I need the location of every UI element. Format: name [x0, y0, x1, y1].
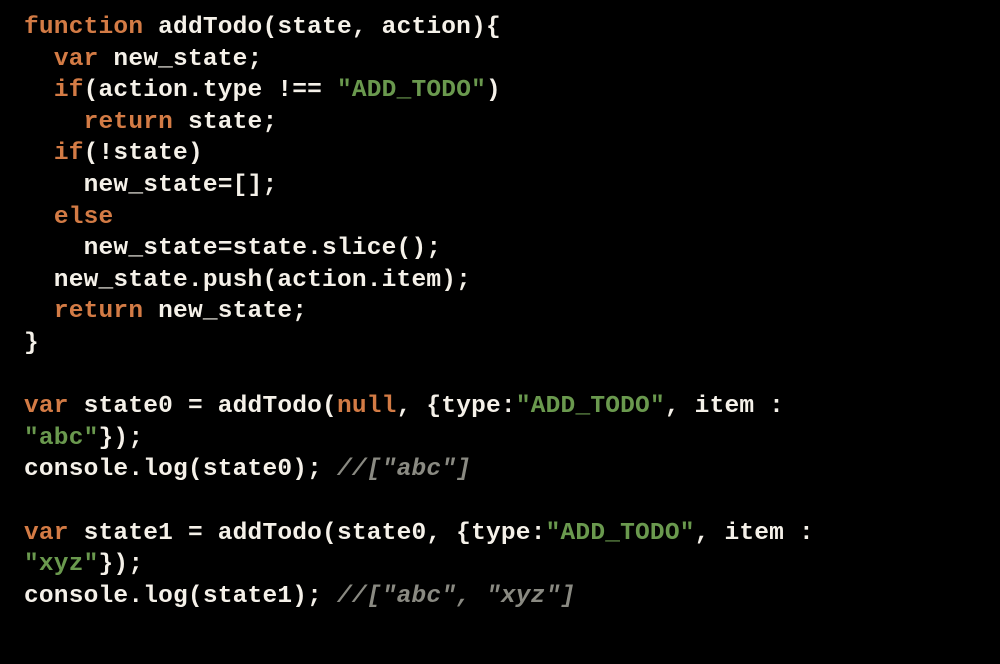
code-token: else — [54, 204, 114, 231]
code-token: state1 = addTodo(state0, {type: — [69, 520, 546, 547]
code-token: ) — [486, 77, 501, 104]
code-token: null — [337, 393, 397, 420]
code-line: new_state=state.slice(); — [24, 235, 441, 262]
code-line: else — [24, 204, 113, 231]
code-token — [24, 140, 54, 167]
code-token: "ADD_TODO" — [546, 520, 695, 547]
code-line: return new_state; — [24, 298, 307, 325]
code-token — [24, 204, 54, 231]
code-line: "xyz"}); — [24, 551, 143, 578]
code-token: if — [54, 77, 84, 104]
code-line: new_state.push(action.item); — [24, 267, 471, 294]
code-block: function addTodo(state, action){ var new… — [0, 0, 1000, 624]
code-token: state0 = addTodo( — [69, 393, 337, 420]
code-token: , {type: — [397, 393, 516, 420]
code-token — [24, 46, 54, 73]
code-token: } — [24, 330, 39, 357]
code-token: //["abc", "xyz"] — [337, 583, 575, 610]
code-token: "abc" — [24, 425, 99, 452]
code-token: //["abc"] — [337, 456, 471, 483]
code-token — [24, 109, 84, 136]
code-line: console.log(state0); //["abc"] — [24, 456, 471, 483]
code-line: if(action.type !== "ADD_TODO") — [24, 77, 501, 104]
code-token: new_state; — [143, 298, 307, 325]
code-token: var — [54, 46, 99, 73]
code-token: addTodo(state, action){ — [143, 14, 501, 41]
code-token: console.log(state1); — [24, 583, 337, 610]
code-token: function — [24, 14, 143, 41]
code-token: var — [24, 393, 69, 420]
code-token: new_state=[]; — [24, 172, 277, 199]
code-line: new_state=[]; — [24, 172, 277, 199]
code-line: function addTodo(state, action){ — [24, 14, 501, 41]
code-token: }); — [99, 425, 144, 452]
code-token: return — [84, 109, 173, 136]
code-line: var state0 = addTodo(null, {type:"ADD_TO… — [24, 393, 799, 420]
code-token — [24, 77, 54, 104]
code-token: new_state; — [99, 46, 263, 73]
code-token — [24, 298, 54, 325]
code-token: , item : — [695, 520, 829, 547]
code-token: new_state=state.slice(); — [24, 235, 441, 262]
code-token: (action.type !== — [84, 77, 337, 104]
code-line: console.log(state1); //["abc", "xyz"] — [24, 583, 575, 610]
code-token: var — [24, 520, 69, 547]
code-line: var new_state; — [24, 46, 262, 73]
code-token: state; — [173, 109, 277, 136]
code-line: "abc"}); — [24, 425, 143, 452]
code-token: (!state) — [84, 140, 203, 167]
code-token: "xyz" — [24, 551, 99, 578]
code-token: }); — [99, 551, 144, 578]
code-token: "ADD_TODO" — [516, 393, 665, 420]
code-token: , item : — [665, 393, 799, 420]
code-token: return — [54, 298, 143, 325]
code-token: if — [54, 140, 84, 167]
code-token: console.log(state0); — [24, 456, 337, 483]
code-line: return state; — [24, 109, 277, 136]
code-line: } — [24, 330, 39, 357]
code-token: "ADD_TODO" — [337, 77, 486, 104]
code-token: new_state.push(action.item); — [24, 267, 471, 294]
code-line: var state1 = addTodo(state0, {type:"ADD_… — [24, 520, 829, 547]
code-line: if(!state) — [24, 140, 203, 167]
